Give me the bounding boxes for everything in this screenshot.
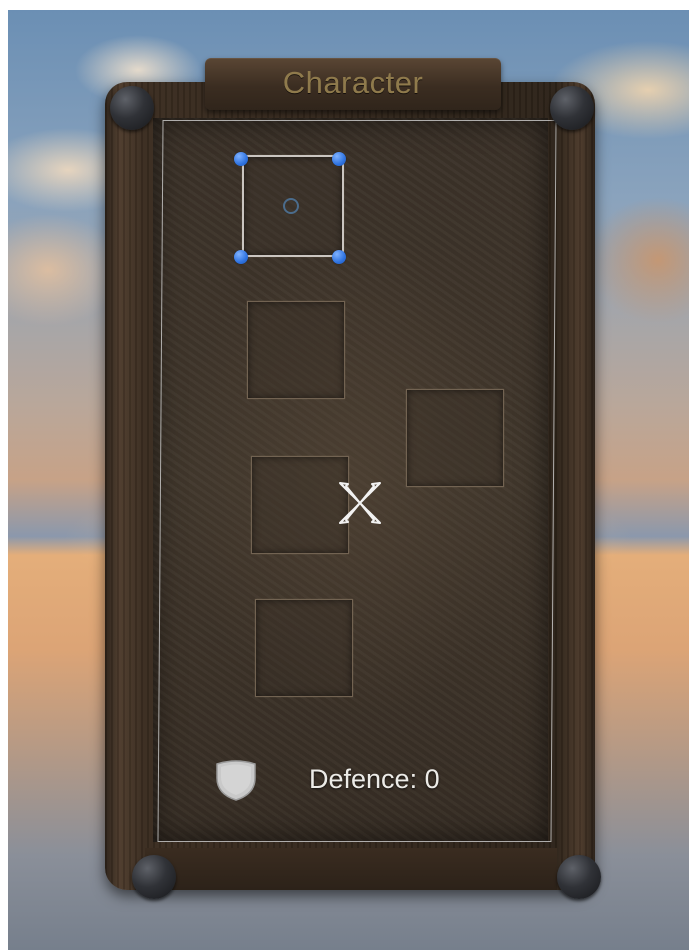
resize-handle-top-right[interactable]: [332, 152, 346, 166]
resize-handle-bottom-right[interactable]: [332, 250, 346, 264]
shield-icon: [216, 760, 256, 801]
rivet-top-left-icon: [110, 86, 154, 130]
rivet-bottom-left-icon: [132, 855, 176, 899]
equipment-slot-5[interactable]: [255, 599, 353, 697]
equipment-slot-2[interactable]: [247, 301, 345, 399]
rivet-top-right-icon: [550, 86, 594, 130]
equipment-slot-3[interactable]: [406, 389, 504, 487]
rivet-bottom-right-icon: [557, 855, 601, 899]
move-arrows-icon[interactable]: [330, 476, 390, 530]
panel-bottom-bar: [145, 848, 557, 890]
pivot-icon[interactable]: [283, 198, 299, 214]
defence-label: Defence: 0: [309, 764, 440, 794]
defence-stat-row: Defence: 0: [213, 756, 493, 804]
panel-title: Character: [282, 65, 424, 100]
equipment-slot-1[interactable]: [242, 155, 344, 257]
resize-handle-top-left[interactable]: [234, 152, 248, 166]
resize-handle-bottom-left[interactable]: [234, 250, 248, 264]
title-plate: Character: [205, 58, 501, 110]
